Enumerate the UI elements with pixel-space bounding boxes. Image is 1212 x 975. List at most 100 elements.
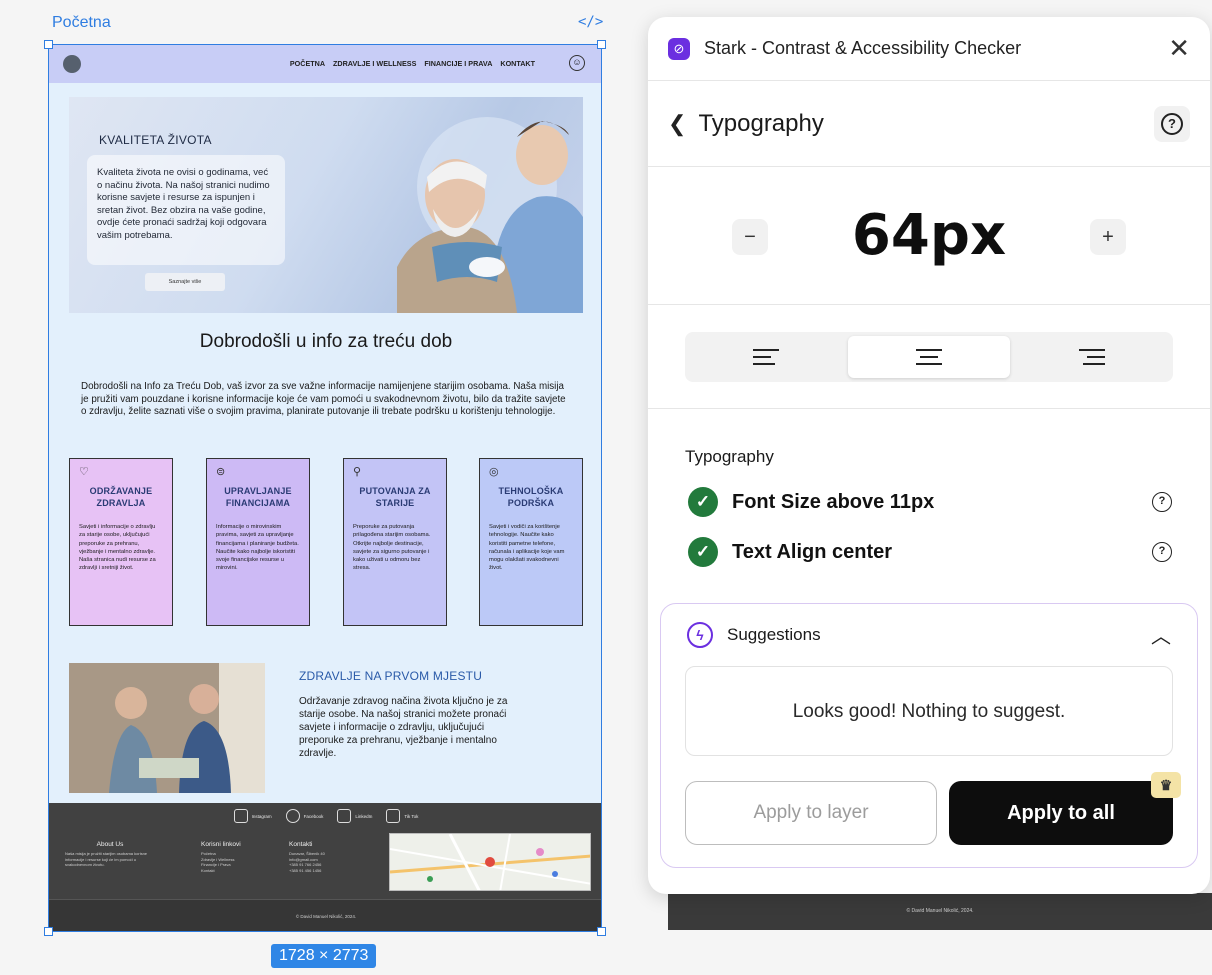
code-icon[interactable]: </> xyxy=(578,14,603,30)
close-icon[interactable]: ✕ xyxy=(1168,33,1190,64)
panel-subheader: ❮ Typography ? xyxy=(648,81,1210,167)
walker-icon: ⚲ xyxy=(353,466,362,478)
welcome-title: Dobrodošli u info za treću dob xyxy=(199,331,453,352)
site-logo[interactable] xyxy=(63,55,81,73)
suggestions-section: ϟ Suggestions ︿ Looks good! Nothing to s… xyxy=(660,603,1198,868)
support-icon: ◎ xyxy=(489,466,499,478)
check-pass-icon: ✓ xyxy=(688,537,718,567)
card-text: Preporuke za putovanja prilagođena stari… xyxy=(353,524,431,572)
site-footer: Instagram Facebook LinkedIn Tik Tok Abou… xyxy=(49,803,601,931)
hero-title: KVALITETA ŽIVOTA xyxy=(99,133,212,147)
selection-handle-br[interactable] xyxy=(597,927,606,936)
footer-about-text: Naša misija je pružiti starijim osobama … xyxy=(65,851,148,867)
social-tiktok[interactable]: Tik Tok xyxy=(386,809,418,823)
increase-font-size-button[interactable]: + xyxy=(1090,219,1126,255)
footer-about: About Us Naša misija je pružiti starijim… xyxy=(65,841,155,868)
selection-handle-tr[interactable] xyxy=(597,40,606,49)
seniors-photo xyxy=(69,663,265,793)
frame-label[interactable]: Početna xyxy=(52,14,111,32)
stark-logo-icon: ⊘ xyxy=(668,37,690,60)
back-chevron-icon[interactable]: ❮ xyxy=(668,111,686,137)
social-linkedin[interactable]: LinkedIn xyxy=(337,809,372,823)
align-left-icon xyxy=(753,347,780,367)
card-title: PUTOVANJA ZA STARIJE xyxy=(359,486,431,508)
help-icon[interactable]: ? xyxy=(1152,542,1172,562)
alignment-control xyxy=(648,305,1210,409)
nav-link-home[interactable]: POČETNA xyxy=(290,59,325,68)
selection-handle-bl[interactable] xyxy=(44,927,53,936)
social-instagram[interactable]: Instagram xyxy=(233,809,272,823)
card-health[interactable]: ♡ ODRŽAVANJE ZDRAVLJA Savjeti i informac… xyxy=(69,458,173,626)
card-text: Savjeti i vodiči za korištenje tehnologi… xyxy=(489,524,565,572)
section-health-text: Održavanje zdravog načina života ključno… xyxy=(299,696,508,759)
crown-icon: ♛ xyxy=(1151,772,1181,798)
footer-contact: +385 91 456 1456 xyxy=(289,867,322,873)
card-title: TEHNOLOŠKA PODRŠKA xyxy=(498,486,564,508)
card-text: Informacije o mirovinskim pravima, savje… xyxy=(216,524,299,572)
footer-links: Korisni linkovi Početna Zdravlje i Welln… xyxy=(201,841,241,873)
facebook-icon xyxy=(285,809,300,823)
font-size-control: − 64px + xyxy=(648,167,1210,305)
help-icon[interactable]: ? xyxy=(1152,492,1172,512)
site-nav: POČETNA ZDRAVLJE I WELLNESS FINANCIJE I … xyxy=(49,45,601,83)
help-button[interactable]: ? xyxy=(1154,105,1190,142)
align-right-button[interactable] xyxy=(1010,332,1173,382)
check-label: Font Size above 11px xyxy=(732,490,935,513)
card-tech[interactable]: ◎ TEHNOLOŠKA PODRŠKA Savjeti i vodiči za… xyxy=(479,458,583,626)
footer-copyright: © David Manuel Nikolić, 2024. xyxy=(49,899,601,931)
nav-link-finance[interactable]: FINANCIJE I PRAVA xyxy=(424,59,492,68)
hero-text: Kvaliteta života ne ovisi o godinama, ve… xyxy=(87,155,285,265)
card-travel[interactable]: ⚲ PUTOVANJA ZA STARIJE Preporuke za puto… xyxy=(343,458,447,626)
section-health-title: ZDRAVLJE NA PRVOM MJESTU xyxy=(299,669,483,683)
lightning-icon: ϟ xyxy=(687,621,713,648)
align-right-icon xyxy=(1078,347,1105,367)
apply-to-all-button[interactable]: Apply to all ♛ xyxy=(949,772,1181,845)
coins-icon: ⊜ xyxy=(216,466,226,478)
card-text: Savjeti i informacije o zdravlju za star… xyxy=(79,524,156,572)
panel-header: ⊘ Stark - Contrast & Accessibility Check… xyxy=(648,17,1210,81)
help-icon: ? xyxy=(1161,112,1183,135)
site-nav-links: POČETNA ZDRAVLJE I WELLNESS FINANCIJE I … xyxy=(290,59,535,68)
instagram-icon xyxy=(233,809,248,823)
apply-to-all-label: Apply to all xyxy=(1007,802,1115,824)
card-title: ODRŽAVANJE ZDRAVLJA xyxy=(89,486,153,508)
footer-link[interactable]: Kontakt xyxy=(201,868,241,874)
card-finance[interactable]: ⊜ UPRAVLJANJE FINANCIJAMA Informacije o … xyxy=(206,458,310,626)
align-left-button[interactable] xyxy=(685,332,848,382)
hero-banner: KVALITETA ŽIVOTA Kvaliteta života ne ovi… xyxy=(69,97,583,313)
nav-link-health[interactable]: ZDRAVLJE I WELLNESS xyxy=(333,59,416,68)
check-font-size: ✓ Font Size above 11px ? xyxy=(688,487,1172,517)
check-label: Text Align center xyxy=(732,540,893,563)
accessibility-icon[interactable]: ☺ xyxy=(569,55,585,71)
suggestions-message: Looks good! Nothing to suggest. xyxy=(685,666,1173,756)
heart-pulse-icon: ♡ xyxy=(79,466,89,478)
footer-contact: +385 91 766 2456 xyxy=(289,862,322,867)
suggestions-header[interactable]: ϟ Suggestions ︿ xyxy=(687,620,1171,649)
nav-link-contact[interactable]: KONTAKT xyxy=(500,59,535,68)
suggestions-title: Suggestions xyxy=(727,624,821,644)
social-facebook[interactable]: Facebook xyxy=(285,809,323,823)
panel-title: Stark - Contrast & Accessibility Checker xyxy=(704,38,1022,58)
align-center-button[interactable] xyxy=(847,336,1011,378)
footer-contacts-title: Kontakti xyxy=(289,841,313,848)
frame-size-badge: 1728 × 2773 xyxy=(271,944,377,968)
selection-handle-tl[interactable] xyxy=(44,40,53,49)
footer-contact: Dunavar, Šibenik 40 xyxy=(289,851,325,856)
stark-plugin-panel: ⊘ Stark - Contrast & Accessibility Check… xyxy=(648,17,1210,894)
linkedin-icon xyxy=(337,809,352,823)
footer-contacts: Kontakti Dunavar, Šibenik 40 info@gmail.… xyxy=(289,841,325,873)
learn-more-button[interactable]: Saznajte više xyxy=(145,273,225,291)
check-pass-icon: ✓ xyxy=(688,487,718,517)
panel-subtitle: Typography xyxy=(698,109,824,137)
footer-links-title: Korisni linkovi xyxy=(201,841,241,848)
hero-illustration xyxy=(397,117,583,313)
page-frame[interactable]: POČETNA ZDRAVLJE I WELLNESS FINANCIJE I … xyxy=(48,44,602,932)
chevron-up-icon[interactable]: ︿ xyxy=(1151,620,1171,649)
apply-to-layer-button[interactable]: Apply to layer xyxy=(685,781,937,845)
footer-about-title: About Us xyxy=(96,841,124,848)
footer-map[interactable] xyxy=(389,833,591,891)
tiktok-icon xyxy=(386,809,401,823)
card-title: UPRAVLJANJE FINANCIJAMA xyxy=(224,486,292,508)
intro-text: Dobrodošli na Info za Treću Dob, vaš izv… xyxy=(81,381,566,418)
background-frame-footer: © David Manuel Nikolić, 2024. xyxy=(668,893,1212,930)
